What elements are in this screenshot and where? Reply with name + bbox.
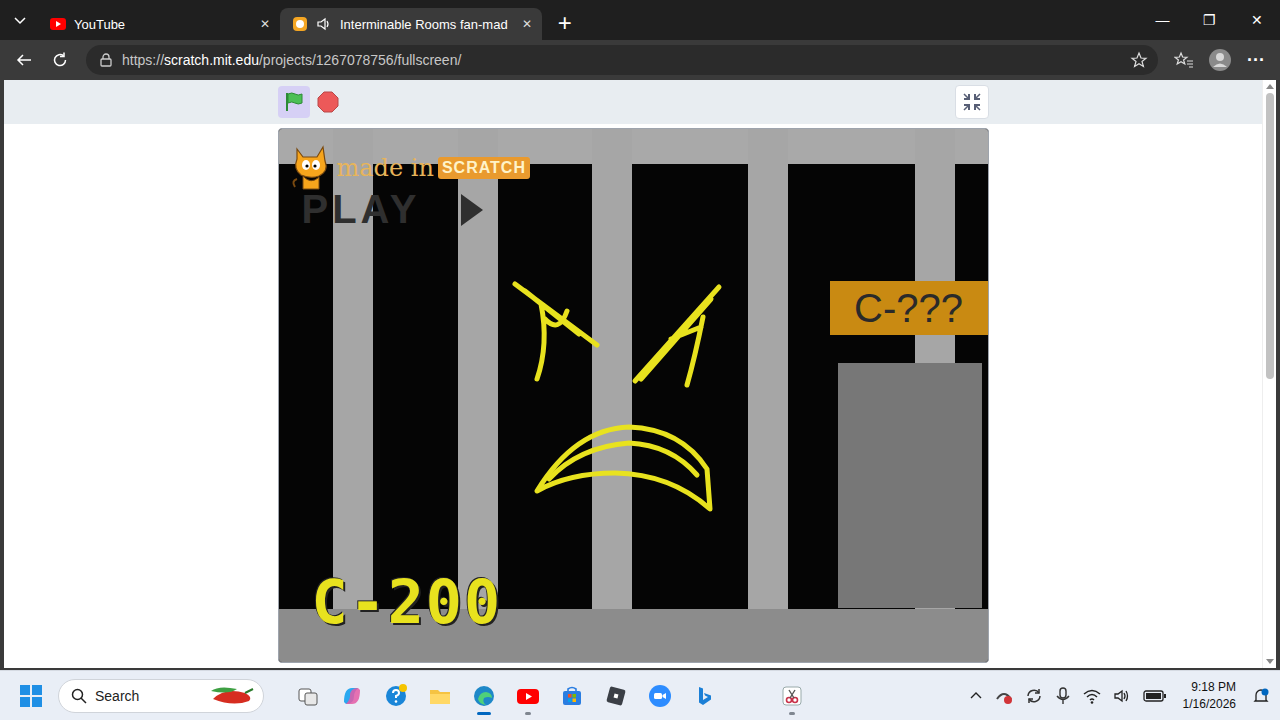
taskbar: Search 9:18 PM 1/16/2026 (0, 670, 1280, 720)
tab-close-button[interactable]: ✕ (254, 17, 270, 31)
exit-fullscreen-button[interactable] (955, 85, 989, 119)
taskbar-app[interactable] (772, 676, 812, 716)
reload-button[interactable] (44, 44, 76, 76)
clock-time: 9:18 PM (1191, 679, 1236, 695)
task-view-icon (296, 684, 320, 708)
profile-avatar-icon (1208, 48, 1232, 72)
show-hidden-icons-icon[interactable] (969, 689, 983, 703)
speaker-icon[interactable] (316, 16, 332, 32)
page-scrollbar[interactable] (1262, 80, 1276, 668)
system-tray: 9:18 PM 1/16/2026 (969, 679, 1270, 711)
taskbar-app[interactable] (376, 676, 416, 716)
chevron-down-icon (13, 13, 27, 27)
room-number: C-200 (312, 569, 503, 635)
site-info-icon[interactable] (98, 52, 114, 68)
watermark-text: made in (337, 154, 434, 182)
running-indicator (789, 712, 795, 715)
desktop: YouTube ✕ Interminable Rooms fan-mad ✕ +… (0, 0, 1280, 720)
room-sign: C-??? (830, 281, 988, 335)
green-flag-icon (283, 91, 305, 113)
edge-browser-icon (472, 684, 496, 708)
sync-icon[interactable] (1025, 687, 1043, 705)
search-icon (71, 688, 87, 704)
address-bar[interactable]: https://scratch.mit.edu/projects/1267078… (86, 45, 1158, 75)
copilot-icon (340, 684, 364, 708)
zoom-icon (648, 684, 672, 708)
windows-logo-icon (20, 685, 42, 707)
taskbar-app[interactable] (640, 676, 680, 716)
scrollbar-thumb[interactable] (1266, 93, 1274, 379)
tab-actions-button[interactable] (6, 6, 34, 34)
youtube-icon (50, 18, 66, 30)
browser-tab[interactable]: Interminable Rooms fan-mad ✕ (280, 8, 542, 40)
snipping-tool-icon (780, 684, 804, 708)
stop-sign-icon (317, 91, 339, 113)
scratch-favicon-icon (292, 16, 308, 32)
bing-icon (692, 684, 716, 708)
exit-fullscreen-icon (962, 92, 982, 112)
reload-icon (51, 51, 69, 69)
volume-icon[interactable] (1113, 687, 1131, 705)
play-label: PLAY (302, 187, 483, 232)
battery-icon[interactable] (1143, 689, 1167, 703)
window-control-button[interactable]: — (1139, 0, 1186, 40)
get-help-icon (384, 684, 408, 708)
green-flag-button[interactable] (278, 86, 310, 118)
clock[interactable]: 9:18 PM 1/16/2026 (1179, 679, 1240, 711)
browser-toolbar: https://scratch.mit.edu/projects/1267078… (0, 40, 1280, 80)
window-control-button[interactable]: ✕ (1233, 0, 1280, 40)
taskbar-search[interactable]: Search (58, 679, 264, 713)
roblox-icon (604, 684, 628, 708)
taskbar-app[interactable] (596, 676, 636, 716)
window-control-button[interactable]: ❐ (1186, 0, 1233, 40)
back-arrow-icon (15, 51, 33, 69)
wall-pillar (748, 129, 788, 609)
taskbar-app[interactable] (420, 676, 460, 716)
watermark-brand: SCRATCH (438, 157, 530, 179)
microsoft-store-icon (560, 684, 584, 708)
chili-pepper-icon (209, 685, 255, 707)
taskbar-app[interactable] (508, 676, 548, 716)
web-page: C-??? PLAY made in SCRATCH C-200 (0, 80, 1280, 670)
running-indicator (525, 712, 531, 715)
settings-menu-button[interactable]: ··· (1240, 44, 1272, 76)
wall-pillar (592, 129, 632, 609)
clock-date: 1/16/2026 (1183, 696, 1236, 712)
tab-bar: YouTube ✕ Interminable Rooms fan-mad ✕ +… (0, 0, 1280, 40)
back-button[interactable] (8, 44, 40, 76)
scratch-player: C-??? PLAY made in SCRATCH C-200 (4, 80, 1262, 668)
window-controls: —❐✕ (1139, 0, 1280, 40)
favorites-icon (1174, 51, 1194, 69)
pinned-apps (288, 676, 812, 716)
browser-tab[interactable]: YouTube ✕ (38, 8, 280, 40)
taskbar-app[interactable] (684, 676, 724, 716)
url-text: https://scratch.mit.edu/projects/1267078… (122, 52, 1122, 68)
taskbar-app[interactable] (288, 676, 328, 716)
made-in-scratch-watermark: made in SCRATCH (289, 143, 530, 193)
wifi-icon[interactable] (1083, 687, 1101, 705)
start-button[interactable] (20, 685, 44, 707)
tab-title: YouTube (74, 17, 246, 32)
new-tab-button[interactable]: + (558, 11, 572, 35)
scratch-cat-icon (289, 143, 333, 193)
favorite-star-icon[interactable] (1130, 51, 1148, 69)
running-indicator (477, 712, 491, 715)
profile-button[interactable] (1204, 44, 1236, 76)
tab-title: Interminable Rooms fan-mad (340, 17, 508, 32)
tab-close-button[interactable]: ✕ (516, 17, 532, 31)
player-controls (4, 80, 1262, 124)
stop-button[interactable] (312, 86, 344, 118)
door (838, 363, 982, 608)
network-alert-icon[interactable] (995, 687, 1013, 705)
youtube-app-icon (516, 684, 540, 708)
favorites-button[interactable] (1168, 44, 1200, 76)
microphone-icon[interactable] (1055, 687, 1071, 705)
taskbar-app[interactable] (332, 676, 372, 716)
search-placeholder: Search (95, 688, 201, 704)
game-stage[interactable]: C-??? PLAY made in SCRATCH C-200 (278, 128, 989, 663)
taskbar-app[interactable] (464, 676, 504, 716)
notification-bell-icon[interactable] (1252, 687, 1270, 705)
file-explorer-icon (428, 684, 452, 708)
taskbar-app[interactable] (552, 676, 592, 716)
